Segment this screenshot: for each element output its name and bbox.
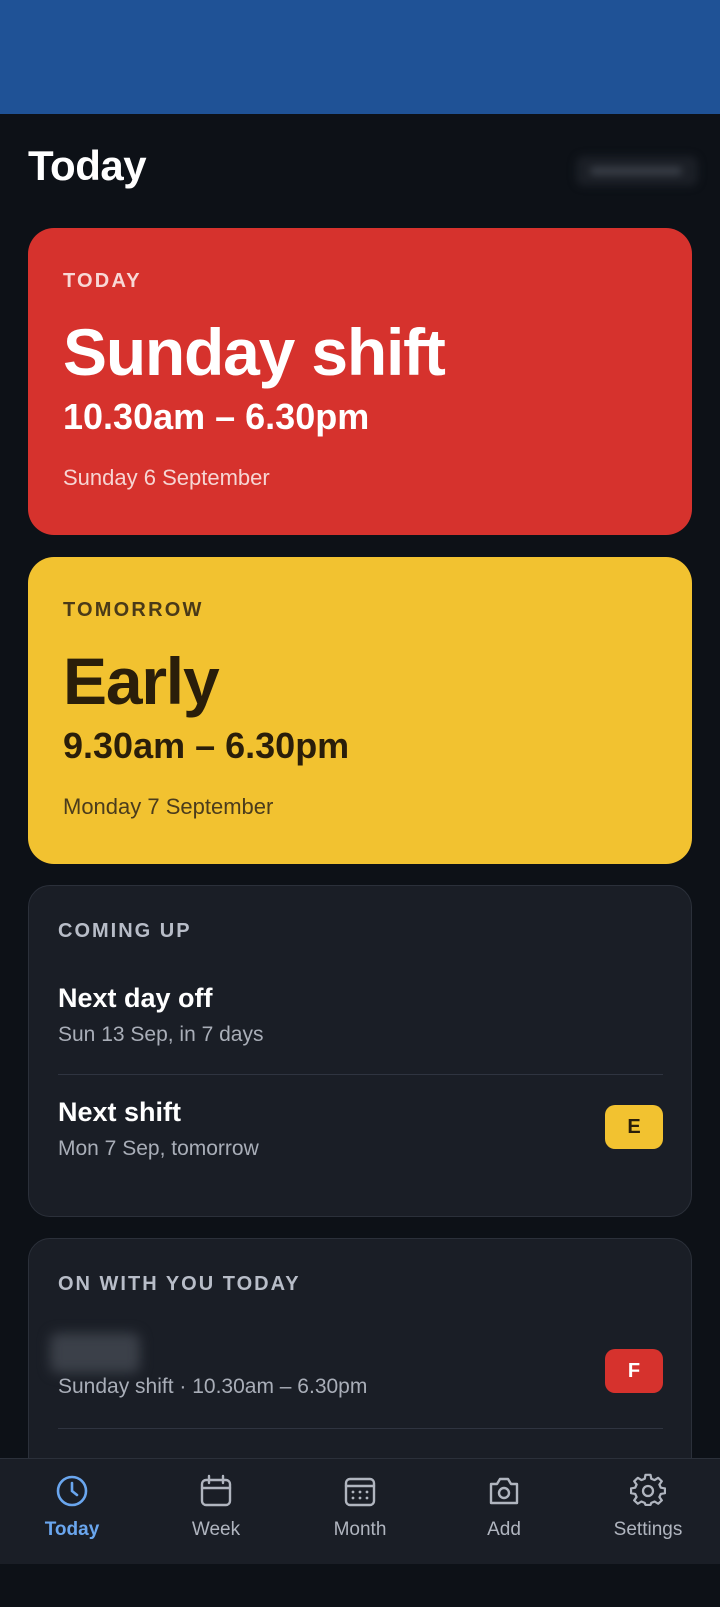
page-title: Today [28,142,147,189]
tomorrow-shift-card[interactable]: TOMORROW Early 9.30am – 6.30pm Monday 7 … [28,557,692,864]
coming-up-panel: COMING UP Next day off Sun 13 Sep, in 7 … [28,885,692,1217]
nav-week[interactable]: Week [144,1459,288,1564]
coworker-row[interactable]: Sunday shift · 10.30am – 6.30pm F [50,1333,663,1437]
clock-icon [56,1475,88,1507]
shift-code-badge: F [605,1349,663,1393]
card-eyebrow: TOMORROW [63,599,204,621]
app-header: Today [0,114,720,214]
nav-label: Month [333,1519,387,1540]
nav-label: Settings [613,1519,683,1540]
calendar-month-icon [344,1477,376,1507]
nav-label: Today [44,1519,100,1540]
nav-month[interactable]: Month [288,1459,432,1564]
account-name-redacted[interactable] [576,156,698,186]
shift-code-badge: E [605,1105,663,1149]
shift-time: 9.30am – 6.30pm [63,725,350,766]
shift-name: Early [63,644,220,718]
shift-date: Monday 7 September [63,794,274,819]
divider [58,1428,663,1429]
row-subtitle: Mon 7 Sep, tomorrow [58,1137,259,1160]
card-eyebrow: TODAY [63,270,142,292]
panel-heading: ON WITH YOU TODAY [58,1273,301,1295]
next-day-off-row[interactable]: Next day off Sun 13 Sep, in 7 days [58,983,663,1083]
row-title: Next day off [58,983,213,1013]
bottom-navigation: Today Week Month Add Settings [0,1458,720,1564]
nav-add[interactable]: Add [432,1459,576,1564]
row-subtitle: Sunday shift · 10.30am – 6.30pm [58,1375,368,1398]
calendar-week-icon [200,1474,232,1507]
nav-today[interactable]: Today [0,1459,144,1564]
divider [58,1074,663,1075]
gear-icon [630,1473,666,1506]
nav-label: Week [191,1519,241,1540]
status-bar [0,0,720,114]
nav-settings[interactable]: Settings [576,1459,720,1564]
row-subtitle: Sun 13 Sep, in 7 days [58,1023,264,1046]
shift-date: Sunday 6 September [63,465,270,490]
nav-label: Add [487,1519,521,1540]
panel-heading: COMING UP [58,920,192,942]
next-shift-row[interactable]: Next shift Mon 7 Sep, tomorrow E [58,1097,663,1197]
today-shift-card[interactable]: TODAY Sunday shift 10.30am – 6.30pm Sund… [28,228,692,535]
shift-time: 10.30am – 6.30pm [63,396,370,437]
camera-icon [489,1477,519,1505]
system-gesture-area [0,1564,720,1607]
shift-name: Sunday shift [63,315,446,389]
row-title: Next shift [58,1097,182,1127]
coworker-name-redacted [50,1333,140,1373]
